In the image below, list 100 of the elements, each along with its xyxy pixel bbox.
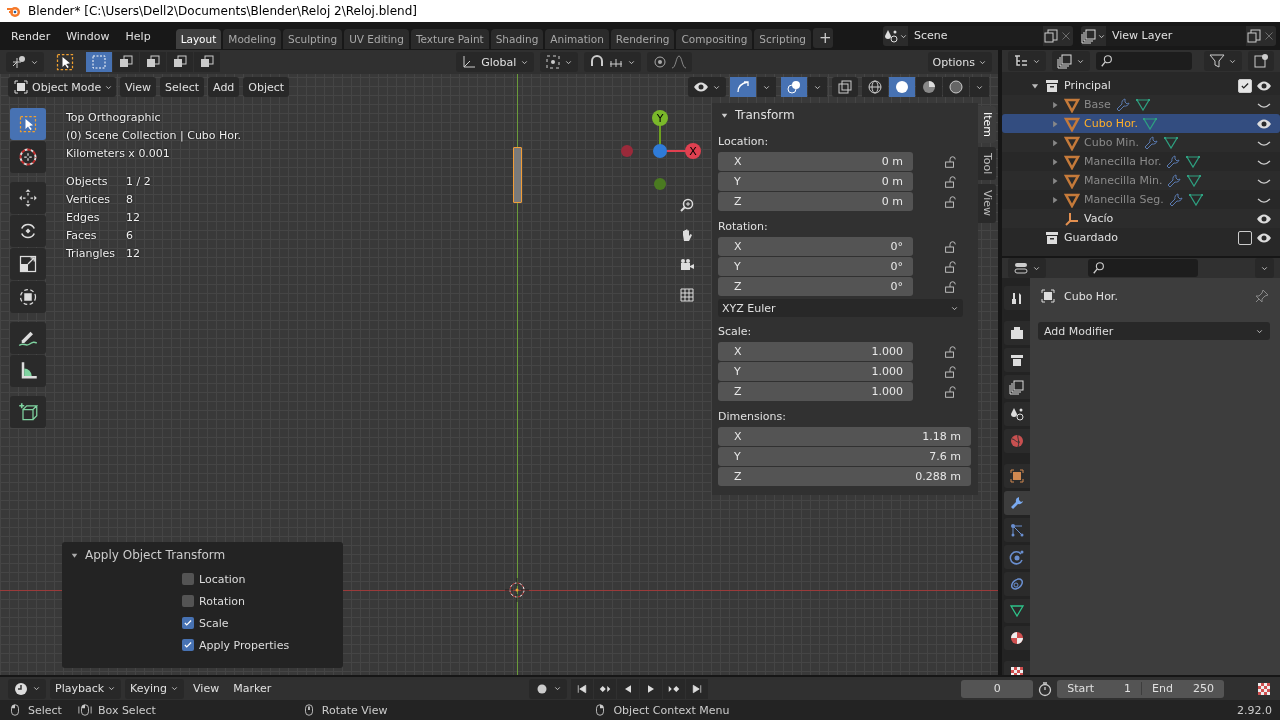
timeline-menu[interactable]: Playback xyxy=(50,678,122,699)
stopwatch-icon[interactable] xyxy=(1037,680,1054,697)
material-shading-button[interactable] xyxy=(916,77,942,97)
playback-button[interactable] xyxy=(685,678,708,699)
number-field[interactable]: X 1.000 xyxy=(718,342,913,361)
rotation-mode-dropdown[interactable]: XYZ Euler xyxy=(718,299,963,317)
selection-mode-button[interactable] xyxy=(140,52,166,72)
tool-button[interactable] xyxy=(10,141,46,173)
lock-icon[interactable] xyxy=(943,259,957,274)
end-frame-field[interactable]: End 250 xyxy=(1141,682,1224,695)
mesh-data-icon[interactable] xyxy=(1134,96,1151,113)
disclosure-triangle-icon[interactable] xyxy=(1050,137,1060,148)
pivot-dropdown[interactable] xyxy=(540,52,579,72)
workspace-tab[interactable]: Animation xyxy=(545,29,609,49)
pin-icon[interactable] xyxy=(1254,288,1270,304)
scene-icon[interactable] xyxy=(883,28,899,44)
mesh-data-icon[interactable] xyxy=(1186,172,1203,189)
number-field[interactable]: X 0 m xyxy=(718,152,913,171)
properties-tab[interactable] xyxy=(1004,626,1030,650)
display-mode-dropdown[interactable] xyxy=(1008,51,1046,71)
mesh-data-icon[interactable] xyxy=(1185,153,1202,170)
number-field[interactable]: Y 1.000 xyxy=(718,362,913,381)
wrench-icon[interactable] xyxy=(1165,153,1182,170)
properties-tab[interactable] xyxy=(1004,348,1030,372)
solid-shading-button[interactable] xyxy=(889,77,915,97)
number-field[interactable]: Z 0.288 m xyxy=(718,467,971,486)
panel-title[interactable]: Transform xyxy=(735,108,795,122)
disclosure-triangle-icon[interactable] xyxy=(1050,156,1060,167)
copy-icon[interactable] xyxy=(1043,28,1059,44)
mode-dropdown[interactable]: Object Mode xyxy=(8,77,116,97)
selection-mode-button[interactable] xyxy=(194,52,220,72)
add-modifier-dropdown[interactable]: Add Modifier xyxy=(1038,322,1270,340)
xray-toggle[interactable] xyxy=(832,77,858,97)
selection-mode-button[interactable] xyxy=(113,52,139,72)
view-layer-dropdown[interactable] xyxy=(1052,51,1090,71)
tool-button[interactable] xyxy=(10,281,46,313)
proportional-edit-button[interactable] xyxy=(647,52,693,72)
timeline-menu[interactable]: Keying xyxy=(125,678,185,699)
viewport-menu[interactable]: Object xyxy=(243,77,290,97)
timeline-menu[interactable]: View xyxy=(188,678,225,699)
lock-icon[interactable] xyxy=(943,239,957,254)
number-field[interactable]: Y 0 m xyxy=(718,172,913,191)
mesh-data-icon[interactable] xyxy=(1187,191,1204,208)
sidebar-tab[interactable]: Tool xyxy=(978,147,996,181)
tool-button[interactable] xyxy=(10,355,46,387)
menu-item[interactable]: Render xyxy=(4,26,58,46)
record-button[interactable] xyxy=(528,678,567,699)
gizmo-toggle[interactable] xyxy=(730,77,756,97)
playback-button[interactable] xyxy=(639,678,662,699)
checkbox[interactable] xyxy=(182,595,194,607)
outliner-row[interactable]: Manecilla Hor. xyxy=(1002,152,1280,171)
properties-tab[interactable] xyxy=(1004,464,1030,488)
exclude-checkbox[interactable] xyxy=(1238,78,1252,93)
navigation-gizmo[interactable]: Y X xyxy=(616,106,706,196)
workspace-tab[interactable]: Rendering xyxy=(610,29,675,49)
tool-button[interactable] xyxy=(10,396,46,428)
outliner-row[interactable]: Cubo Min. xyxy=(1002,133,1280,152)
disclosure-triangle-icon[interactable] xyxy=(1050,175,1060,186)
properties-tab[interactable] xyxy=(1004,321,1030,345)
rendered-shading-button[interactable] xyxy=(943,77,969,97)
outliner-row[interactable]: Principal xyxy=(1002,76,1280,95)
add-workspace-button[interactable]: + xyxy=(813,28,833,48)
number-field[interactable]: X 1.18 m xyxy=(718,427,971,446)
mesh-data-icon[interactable] xyxy=(1162,134,1179,151)
playback-button[interactable] xyxy=(570,678,593,699)
tool-button[interactable] xyxy=(10,248,46,280)
copy-icon[interactable] xyxy=(1246,28,1262,44)
orientation-dropdown[interactable]: Global xyxy=(456,52,535,72)
sidebar-tab[interactable]: Item xyxy=(978,106,996,144)
outliner-row[interactable]: Guardado xyxy=(1002,228,1280,247)
outliner-row[interactable]: Manecilla Seg. xyxy=(1002,190,1280,209)
wrench-icon[interactable] xyxy=(1167,191,1184,208)
playback-button[interactable] xyxy=(616,678,639,699)
workspace-tab[interactable]: Scripting xyxy=(754,29,811,49)
lock-icon[interactable] xyxy=(943,344,957,359)
scene-name-field[interactable]: Scene xyxy=(908,26,1043,46)
viewport-menu[interactable]: Select xyxy=(160,77,205,97)
workspace-tab[interactable]: UV Editing xyxy=(344,29,409,49)
workspace-tab[interactable]: Sculpting xyxy=(283,29,343,49)
new-collection-button[interactable] xyxy=(1248,51,1274,71)
tool-button[interactable] xyxy=(10,322,46,354)
workspace-tab[interactable]: Shading xyxy=(490,29,544,49)
lock-icon[interactable] xyxy=(943,194,957,209)
number-field[interactable]: Y 0° xyxy=(718,257,913,276)
snap-dropdown[interactable] xyxy=(584,52,642,72)
tool-button[interactable] xyxy=(10,182,46,214)
playback-button[interactable] xyxy=(662,678,685,699)
panel-title[interactable]: Apply Object Transform xyxy=(85,548,226,562)
workspace-tab[interactable]: Modeling xyxy=(223,29,282,49)
wrench-icon[interactable] xyxy=(1142,134,1159,151)
editor-type-button[interactable] xyxy=(1008,258,1046,278)
overlay-toggle[interactable] xyxy=(781,77,807,97)
sidebar-tab[interactable]: View xyxy=(978,184,996,223)
playback-button[interactable] xyxy=(593,678,616,699)
checkbox[interactable] xyxy=(182,573,194,585)
image-stack-icon[interactable] xyxy=(1081,28,1097,44)
outliner-row[interactable]: Base xyxy=(1002,95,1280,114)
number-field[interactable]: Z 0° xyxy=(718,277,913,296)
properties-tab[interactable] xyxy=(1004,286,1030,310)
editor-type-button[interactable] xyxy=(8,678,46,699)
